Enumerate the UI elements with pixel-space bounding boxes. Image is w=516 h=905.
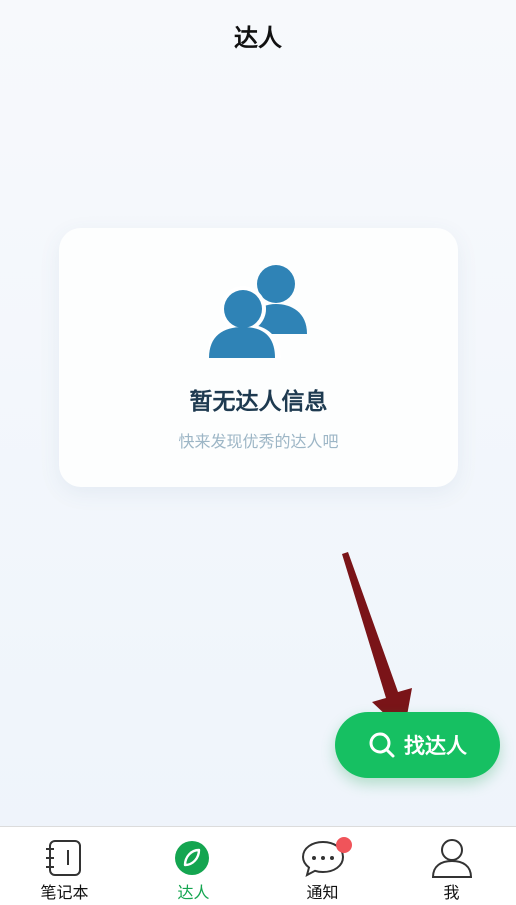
bottom-tab-bar: 笔记本 达人 通知 我	[0, 826, 516, 905]
tab-notifications-label: 通知	[306, 883, 339, 902]
people-icon	[209, 265, 307, 358]
tab-notebook[interactable]: 笔记本	[0, 827, 129, 905]
notification-badge	[336, 837, 352, 853]
notebook-icon	[46, 840, 81, 876]
tab-me-label: 我	[443, 883, 460, 902]
tab-experts-label: 达人	[177, 883, 210, 902]
compass-icon	[175, 841, 209, 875]
empty-state-subtitle: 快来发现优秀的达人吧	[178, 432, 339, 451]
empty-state-title: 暂无达人信息	[189, 389, 328, 415]
empty-state-card: 暂无达人信息 快来发现优秀的达人吧	[59, 228, 458, 487]
tab-notebook-label: 笔记本	[40, 883, 89, 902]
tab-me[interactable]: 我	[387, 827, 516, 905]
page-title: 达人	[234, 24, 282, 52]
find-expert-button[interactable]: 找达人	[335, 712, 500, 778]
person-icon	[431, 839, 473, 878]
search-icon	[369, 732, 395, 758]
find-expert-label: 找达人	[404, 734, 467, 758]
tab-experts[interactable]: 达人	[129, 827, 258, 905]
tab-notifications[interactable]: 通知	[258, 827, 387, 905]
